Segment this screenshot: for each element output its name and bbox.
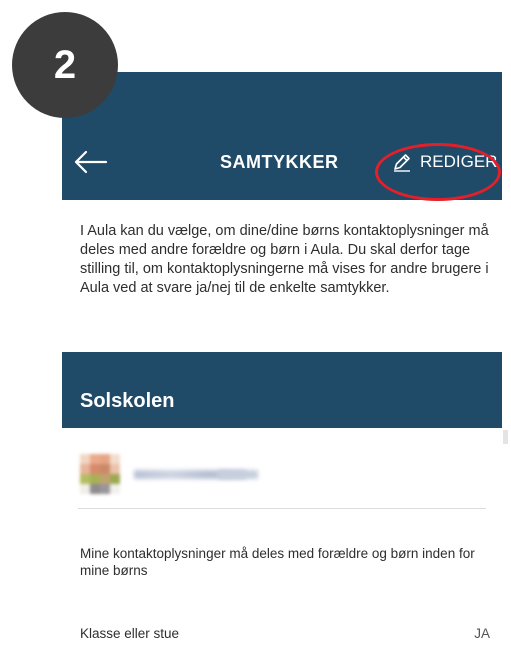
profile-row [78, 448, 486, 509]
consent-row-class[interactable]: Klasse eller stue JA [80, 626, 490, 646]
step-number-badge: 2 [12, 12, 118, 118]
app-header: SAMTYKKER REDIGER [62, 72, 502, 200]
consent-question: Mine kontaktoplysninger må deles med for… [80, 546, 475, 578]
school-name: Solskolen [80, 390, 175, 412]
avatar [80, 454, 120, 494]
scrollbar-thumb[interactable] [503, 430, 508, 444]
edit-button[interactable]: REDIGER [392, 148, 497, 176]
intro-text: I Aula kan du vælge, om dine/dine børns … [80, 223, 489, 296]
blurred-name-end [218, 470, 258, 479]
pencil-icon [394, 154, 410, 172]
page-title: SAMTYKKER [220, 152, 339, 172]
edit-button-label: REDIGER [420, 152, 498, 171]
consent-row-label: Klasse eller stue [80, 626, 180, 641]
arrow-left-icon[interactable] [72, 150, 108, 174]
school-section-header: Solskolen [62, 352, 502, 428]
consent-row-value: JA [474, 626, 490, 641]
